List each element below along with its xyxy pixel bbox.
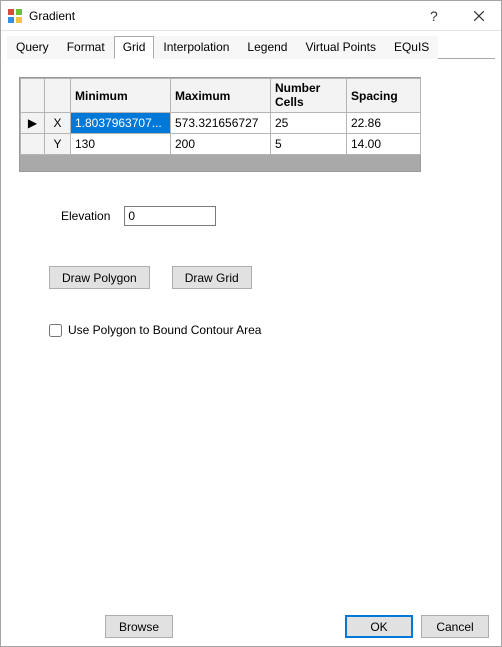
tab-format[interactable]: Format	[58, 36, 114, 59]
elevation-label: Elevation	[61, 209, 110, 223]
grid-table[interactable]: Minimum Maximum Number Cells Spacing ▶ X…	[20, 78, 421, 155]
draw-polygon-button[interactable]: Draw Polygon	[49, 266, 150, 289]
cancel-button[interactable]: Cancel	[421, 615, 489, 638]
tab-equis[interactable]: EQuIS	[385, 36, 438, 59]
grid-table-wrap: Minimum Maximum Number Cells Spacing ▶ X…	[19, 77, 421, 172]
table-row[interactable]: Y 130 200 5 14.00	[21, 134, 421, 155]
cell-y-min[interactable]: 130	[71, 134, 171, 155]
cell-y-cells[interactable]: 5	[271, 134, 347, 155]
cell-y-max[interactable]: 200	[171, 134, 271, 155]
col-spacing[interactable]: Spacing	[347, 79, 421, 113]
cell-x-spacing[interactable]: 22.86	[347, 113, 421, 134]
grid-header-row: Minimum Maximum Number Cells Spacing	[21, 79, 421, 113]
browse-button[interactable]: Browse	[105, 615, 173, 638]
dialog-window: Gradient ? Query Format Grid Interpolati…	[0, 0, 502, 647]
tab-strip: Query Format Grid Interpolation Legend V…	[1, 31, 501, 58]
grid-corner	[21, 79, 45, 113]
col-minimum[interactable]: Minimum	[71, 79, 171, 113]
row-indicator	[21, 134, 45, 155]
tab-virtual-points[interactable]: Virtual Points	[296, 36, 384, 59]
elevation-input[interactable]	[124, 206, 216, 226]
cell-x-cells[interactable]: 25	[271, 113, 347, 134]
title-bar: Gradient ?	[1, 1, 501, 31]
tab-legend[interactable]: Legend	[238, 36, 296, 59]
axis-label: X	[45, 113, 71, 134]
col-maximum[interactable]: Maximum	[171, 79, 271, 113]
help-button[interactable]: ?	[411, 1, 456, 30]
use-polygon-bound-checkbox[interactable]	[49, 324, 62, 337]
elevation-row: Elevation	[61, 206, 483, 226]
col-number-cells[interactable]: Number Cells	[271, 79, 347, 113]
cell-y-spacing[interactable]: 14.00	[347, 134, 421, 155]
bound-checkbox-row: Use Polygon to Bound Contour Area	[49, 323, 483, 337]
table-row[interactable]: ▶ X 1.8037963707... 573.321656727 25 22.…	[21, 113, 421, 134]
svg-text:?: ?	[430, 9, 438, 23]
tab-query[interactable]: Query	[7, 36, 58, 59]
app-icon	[7, 8, 23, 24]
draw-grid-button[interactable]: Draw Grid	[172, 266, 252, 289]
grid-axis-header	[45, 79, 71, 113]
dialog-footer: Browse OK Cancel	[1, 607, 501, 646]
tab-grid[interactable]: Grid	[114, 36, 155, 59]
tab-interpolation[interactable]: Interpolation	[154, 36, 238, 59]
draw-buttons-row: Draw Polygon Draw Grid	[49, 266, 483, 289]
tab-content-grid: Minimum Maximum Number Cells Spacing ▶ X…	[1, 59, 501, 607]
close-button[interactable]	[456, 1, 501, 30]
cell-x-min[interactable]: 1.8037963707...	[71, 113, 171, 134]
use-polygon-bound-label[interactable]: Use Polygon to Bound Contour Area	[68, 323, 261, 337]
axis-label: Y	[45, 134, 71, 155]
grid-footer-strip	[20, 155, 420, 171]
row-indicator: ▶	[21, 113, 45, 134]
ok-button[interactable]: OK	[345, 615, 413, 638]
window-title: Gradient	[29, 9, 411, 23]
cell-x-max[interactable]: 573.321656727	[171, 113, 271, 134]
